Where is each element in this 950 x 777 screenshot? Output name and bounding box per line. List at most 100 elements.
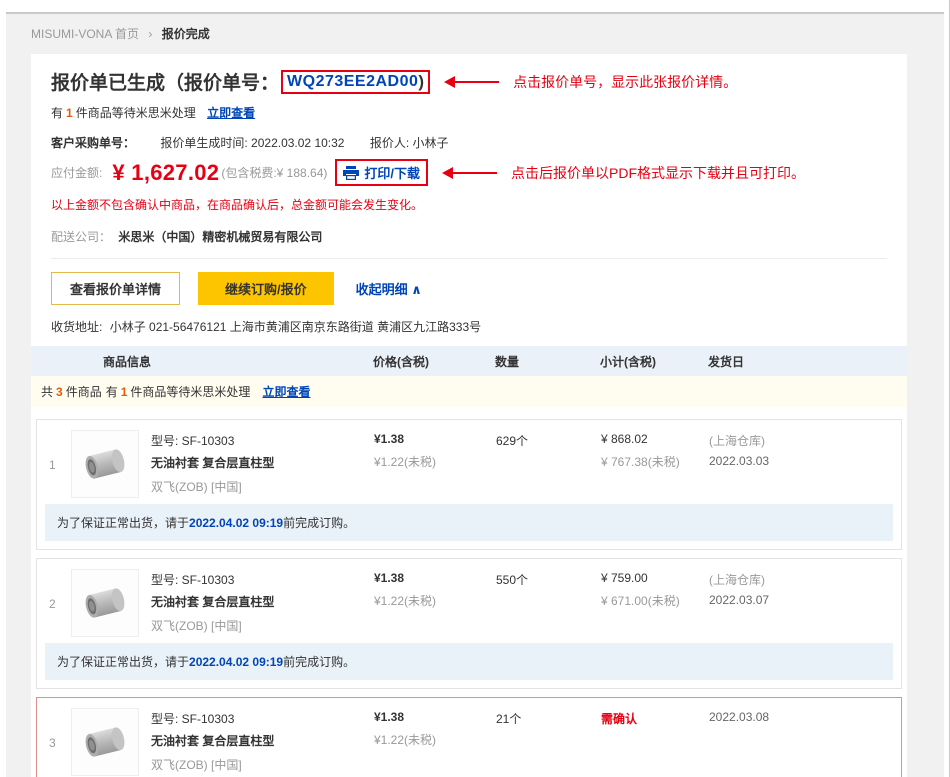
product-name[interactable]: 无油衬套 复合层直柱型 [151,732,274,749]
view-quote-detail-button[interactable]: 查看报价单详情 [51,272,180,305]
price-notax: ¥1.22(未税) [374,592,496,609]
breadcrumb: MISUMI-VONA 首页 › 报价完成 [6,14,944,42]
annotation-text-quote: 点击报价单号，显示此张报价详情。 [513,72,737,92]
header-qty: 数量 [495,353,600,370]
product-cell: 1 [37,420,374,498]
price: ¥1.38 [374,571,496,585]
item-row-1: 1 [36,419,902,550]
total-count: 3 [56,385,63,399]
subtotal-notax: ¥ 671.00(未税) [601,592,709,609]
breadcrumb-home-link[interactable]: MISUMI-VONA 首页 [31,27,139,41]
bushing-part-image [76,435,134,493]
subtotal-cell: ¥ 868.02 ¥ 767.38(未税) [601,420,709,498]
shipping-address: 收货地址: 小林子 021-56476121 上海市黄浦区南京东路街道 黄浦区九… [31,318,907,335]
subtotal: ¥ 759.00 [601,571,709,585]
quote-card: 报价单已生成（报价单号： WQ273EE2AD00 ) 点击报价单号，显示此张报… [31,54,907,777]
quantity: 550个 [496,571,601,588]
quoter-label: 报价人: [370,136,409,150]
status-badge: 需确认 [601,710,709,727]
qty-cell: 21个 [496,698,601,776]
header-ship-date: 发货日 [708,353,907,370]
header-product: 商品信息 [31,353,373,370]
item-row-3-alert: 3 [36,697,902,777]
view-now-link[interactable]: 立即查看 [262,383,310,400]
subtotal-cell: ¥ 759.00 ¥ 671.00(未税) [601,559,709,637]
po-number-label: 客户采购单号： [51,136,135,150]
subtotal-notax: ¥ 767.38(未税) [601,453,709,470]
product-image[interactable] [71,708,139,776]
product-model[interactable]: 型号: SF-10303 [151,571,274,588]
title-close-paren: ) [418,72,424,92]
product-image[interactable] [71,569,139,637]
quote-number-link[interactable]: WQ273EE2AD00 [287,73,418,91]
header-price: 价格(含税) [373,353,495,370]
row-number: 2 [45,569,71,637]
annotation-arrow-print [442,167,497,179]
order-deadline-notice: 为了保证正常出货，请于2022.04.02 09:19前完成订购。 [45,643,893,680]
continue-order-button[interactable]: 继续订购/报价 [198,272,334,305]
pending-count: 1 [66,106,73,120]
price-cell: ¥1.38 ¥1.22(未税) [374,559,496,637]
view-now-link[interactable]: 立即查看 [207,106,255,120]
amount-warning: 以上金额不包含确认中商品，在商品确认后，总金额可能会发生变化。 [31,196,907,213]
table-header: 商品信息 价格(含税) 数量 小计(含税) 发货日 [31,346,907,376]
product-image[interactable] [71,430,139,498]
printer-icon [343,166,359,180]
pending-count: 1 [121,385,128,399]
tax-note: (包含税费:¥ 188.64) [221,164,327,181]
shipping-company-label: 配送公司： [51,230,111,244]
warehouse: (上海仓库) [709,571,901,588]
product-brand: 双飞(ZOB) [中国] [151,756,274,773]
print-download-button[interactable]: 打印/下载 [335,159,428,186]
title-row: 报价单已生成（报价单号： WQ273EE2AD00 ) 点击报价单号，显示此张报… [31,68,907,95]
qty-cell: 629个 [496,420,601,498]
product-cell: 3 [37,698,374,776]
warehouse: (上海仓库) [709,432,901,449]
price-cell: ¥1.38 ¥1.22(未税) [374,420,496,498]
chevron-up-icon: ∧ [411,282,422,297]
row-number: 1 [45,430,71,498]
price-cell: ¥1.38 ¥1.22(未税) [374,698,496,776]
breadcrumb-separator-icon: › [148,27,152,41]
print-download-label: 打印/下载 [364,163,420,182]
notice-date: 2022.04.02 09:19 [189,655,283,669]
qty-cell: 550个 [496,559,601,637]
pending-line: 有1件商品等待米思米处理 立即查看 [31,104,907,121]
ship-date-cell: (上海仓库) 2022.03.03 [709,420,901,498]
price: ¥1.38 [374,432,496,446]
notice-date: 2022.04.02 09:19 [189,516,283,530]
quote-number-highlight-box: WQ273EE2AD00 ) [281,70,430,94]
annotation-arrow-quote [444,76,499,88]
quantity: 21个 [496,710,601,727]
product-name[interactable]: 无油衬套 复合层直柱型 [151,454,274,471]
items-table: 1 [31,407,907,777]
collapse-detail-link[interactable]: 收起明细 ∧ [356,279,422,298]
action-buttons-row: 查看报价单详情 继续订购/报价 收起明细 ∧ [31,272,907,305]
subtotal-cell: 需确认 [601,698,709,776]
amount-row: 应付金额: ¥ 1,627.02 (包含税费:¥ 188.64) 打印/下载 [31,159,907,186]
bushing-part-image [76,713,134,771]
subtotal: ¥ 868.02 [601,432,709,446]
ship-date: 2022.03.08 [709,710,901,724]
shipping-company-value: 米思米（中国）精密机械贸易有限公司 [118,230,322,244]
row-number: 3 [45,708,71,776]
order-deadline-notice: 为了保证正常出货，请于2022.04.02 09:19前完成订购。 [45,504,893,541]
product-name[interactable]: 无油衬套 复合层直柱型 [151,593,274,610]
product-cell: 2 [37,559,374,637]
content-panel: MISUMI-VONA 首页 › 报价完成 报价单已生成（报价单号： WQ273… [6,12,944,777]
amount-value: ¥ 1,627.02 [112,160,219,186]
page-title: 报价单已生成（报价单号： [51,68,279,95]
product-model[interactable]: 型号: SF-10303 [151,432,274,449]
price: ¥1.38 [374,710,496,724]
shipping-address-label: 收货地址: [51,320,102,334]
created-time-value: 2022.03.02 10:32 [251,136,344,150]
product-model[interactable]: 型号: SF-10303 [151,710,274,727]
item-row-2: 2 [36,558,902,689]
price-notax: ¥1.22(未税) [374,731,496,748]
summary-band: 共3件商品 有1件商品等待米思米处理 立即查看 [31,376,907,407]
quantity: 629个 [496,432,601,449]
amount-label: 应付金额: [51,164,102,181]
product-brand: 双飞(ZOB) [中国] [151,478,274,495]
created-time-label: 报价单生成时间: [160,136,247,150]
shipping-address-value: 小林子 021-56476121 上海市黄浦区南京东路街道 黄浦区九江路333号 [110,320,481,334]
